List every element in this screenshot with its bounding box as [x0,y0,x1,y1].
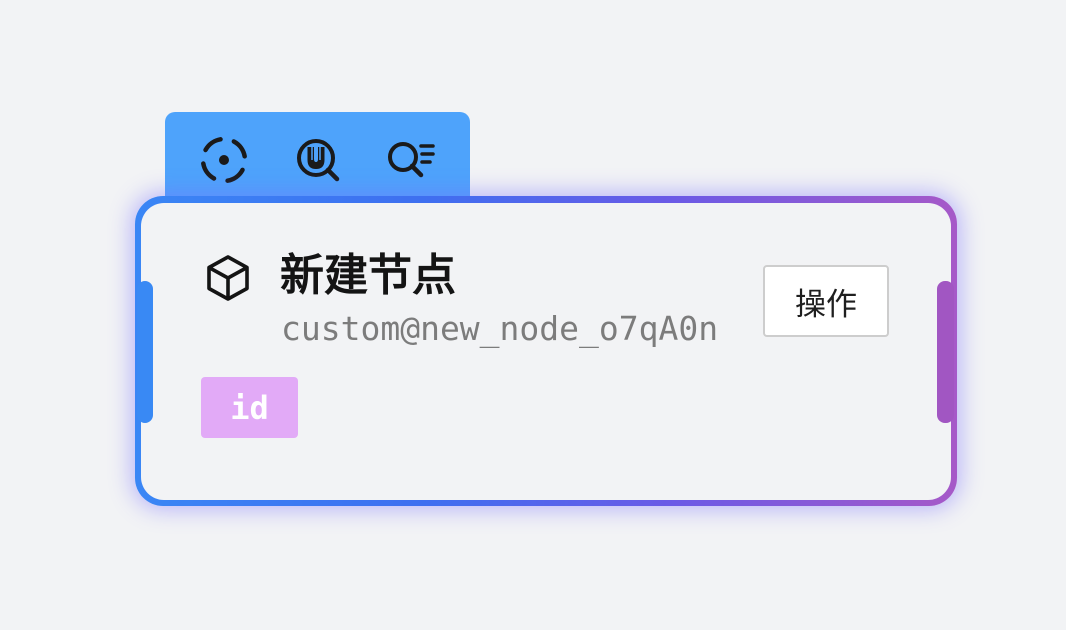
focus-button[interactable] [198,134,250,186]
search-list-button[interactable] [384,134,436,186]
search-list-icon [388,142,435,178]
focus-icon [200,136,248,184]
search-user-icon [297,139,340,182]
node-body [141,203,951,500]
action-button[interactable]: 操作 [763,265,889,337]
node-id: custom@new_node_o7qA0n [281,309,719,348]
input-handle[interactable] [137,281,153,423]
cube-icon [207,255,249,301]
tag-id: id [201,377,298,438]
output-handle[interactable] [937,281,954,423]
search-user-button[interactable] [292,134,344,186]
node-title: 新建节点 [280,250,456,301]
